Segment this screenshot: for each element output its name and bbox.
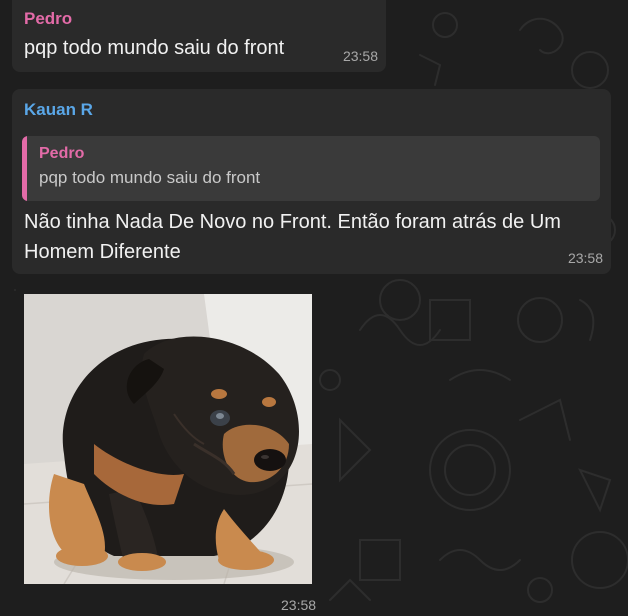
message-text: pqp todo mundo saiu do front	[24, 37, 285, 59]
quoted-message[interactable]: Pedro pqp todo mundo saiu do front	[22, 136, 600, 201]
photo-message[interactable]	[24, 294, 312, 584]
puppy-photo	[24, 294, 312, 584]
message-text: Não tinha Nada De Novo no Front. Então f…	[24, 211, 561, 263]
chat-area: Pedro pqp todo mundo saiu do front 23:58…	[0, 0, 628, 616]
quoted-sender-name: Pedro	[39, 145, 85, 162]
quote-accent-bar	[22, 136, 27, 201]
sender-name[interactable]: Pedro	[24, 9, 72, 29]
message-bubble-kauan[interactable]: Kauan R Pedro pqp todo mundo saiu do fro…	[12, 89, 611, 274]
message-timestamp: 23:58	[567, 250, 603, 266]
photo-timestamp: 23:58	[281, 597, 317, 613]
quoted-text: pqp todo mundo saiu do front	[39, 168, 261, 187]
sender-name[interactable]: Kauan R	[24, 100, 93, 120]
message-bubble-pedro[interactable]: Pedro pqp todo mundo saiu do front 23:58	[12, 0, 386, 72]
message-timestamp: 23:58	[342, 48, 378, 64]
